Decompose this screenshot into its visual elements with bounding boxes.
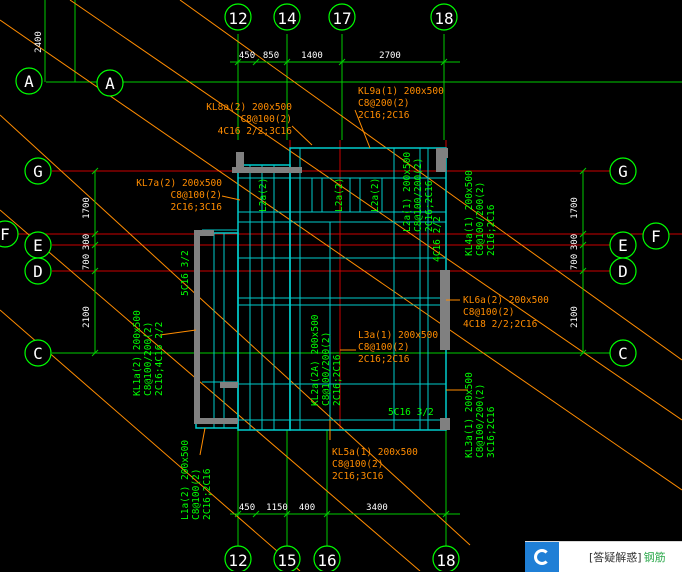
kl6a-label-line2: C8@100(2) bbox=[463, 307, 514, 318]
column-8 bbox=[440, 270, 450, 350]
kl5a-label-line3: 2C16;3C16 bbox=[332, 471, 384, 482]
kl8a-label-line2: C8@100(2) bbox=[241, 114, 292, 125]
l3a-label-line2: C8@100(2) bbox=[358, 342, 409, 353]
qa-badge[interactable]: [答疑解惑] 钢筋 bbox=[525, 541, 682, 572]
kl1a-label-line1: KL1a(2) 200x500 bbox=[132, 310, 143, 396]
axis-left-d: D bbox=[33, 262, 43, 281]
dim-left-2: 1700 bbox=[82, 197, 92, 219]
kl3a-label-line1: KL3a(1) 200x500 bbox=[464, 372, 475, 458]
column-2 bbox=[232, 167, 302, 173]
axis-top-18: 18 bbox=[434, 9, 453, 28]
dim-bottom-3: 400 bbox=[299, 503, 315, 513]
leader-line-9 bbox=[159, 329, 197, 336]
cad-drawing-canvas[interactable]: 450 850 1400 2700 450 1150 400 3400 2400… bbox=[0, 0, 682, 571]
kl9a-label-line3: 2C16;2C16 bbox=[358, 110, 410, 121]
kl8a-label-line3: 4C16 2/2;3C16 bbox=[218, 126, 293, 137]
dimension-texts: 450 850 1400 2700 450 1150 400 3400 2400… bbox=[34, 31, 580, 513]
kl3a-label-line3: 3C16;2C16 bbox=[486, 406, 497, 458]
dim-left-5: 2100 bbox=[82, 306, 92, 328]
dim-bottom-1: 450 bbox=[239, 503, 255, 513]
diagonal-line-6 bbox=[179, 0, 682, 361]
dim-right-4: 2100 bbox=[570, 306, 580, 328]
qa-badge-text: [答疑解惑] 钢筋 bbox=[589, 549, 666, 565]
dim-right-2: 300 bbox=[570, 234, 580, 250]
axis-bubbles bbox=[0, 3, 670, 571]
axis-bottom-18: 18 bbox=[436, 551, 455, 570]
l2a-right-label-line2: C8@100/200(2) bbox=[413, 158, 424, 232]
dim-left-3: 300 bbox=[82, 234, 92, 250]
kl1a-label-line2: C8@100/200(2) bbox=[143, 322, 154, 396]
kl7a-label-line3: 2C16;3C16 bbox=[171, 202, 223, 213]
axis-right-g: G bbox=[618, 162, 628, 181]
axis-left-f: F bbox=[0, 225, 10, 244]
qa-badge-label: [答疑解惑] bbox=[589, 551, 642, 564]
column-6 bbox=[194, 230, 200, 424]
l1a-label-line2: C8@100(2) bbox=[191, 469, 202, 520]
l1a-label-line1: L1a(2) 200x500 bbox=[180, 440, 191, 520]
column-9 bbox=[440, 418, 450, 430]
beam-outline-far-left bbox=[195, 232, 239, 429]
axis-left-g: G bbox=[33, 162, 43, 181]
bottom-rebar-label: 5C16 3/2 bbox=[388, 407, 434, 418]
axis-bottom-15: 15 bbox=[277, 551, 296, 570]
kl5a-label-line1: KL5a(1) 200x500 bbox=[332, 447, 418, 458]
l2a-small-label-2: L2a(2) bbox=[334, 178, 345, 212]
axis-left-c: C bbox=[33, 344, 43, 363]
axis-bottom-16: 16 bbox=[317, 551, 336, 570]
kl1a-label-line3: 2C16;4C16 2/2 bbox=[154, 322, 165, 396]
l2a-small-label-3: L2a(2) bbox=[370, 178, 381, 212]
right-rebar-label: 4C16 2/2 bbox=[432, 216, 443, 262]
dim-left-4: 700 bbox=[82, 254, 92, 270]
leader-line-1 bbox=[291, 125, 313, 146]
column-7 bbox=[194, 418, 238, 424]
axis-left-a1: A bbox=[24, 72, 34, 91]
axis-right-e: E bbox=[618, 236, 628, 255]
kl6a-label-line1: KL6a(2) 200x500 bbox=[463, 295, 549, 306]
dim-right-3: 700 bbox=[570, 254, 580, 270]
dim-top-3: 1400 bbox=[301, 51, 323, 61]
kl6a-label-line3: 4C18 2/2;2C16 bbox=[463, 319, 538, 330]
kl2a-label-line3: 2C16;2C16 bbox=[332, 354, 343, 406]
l2a-right-label-line1: L2a(1) 200x500 bbox=[402, 152, 413, 232]
qa-badge-accent: 钢筋 bbox=[643, 551, 666, 564]
leader-line-7 bbox=[199, 427, 206, 456]
axis-right-d: D bbox=[618, 262, 628, 281]
kl2a-label-line2: C8@100/200(2) bbox=[321, 332, 332, 406]
g-logo-icon bbox=[525, 542, 559, 572]
kl2a-label-line1: KL2a(2A) 200x500 bbox=[310, 314, 321, 406]
axis-left-a2: A bbox=[105, 74, 115, 93]
axis-left-e: E bbox=[33, 236, 43, 255]
column-10 bbox=[220, 382, 238, 388]
kl3a-label-line2: C8@100/200(2) bbox=[475, 384, 486, 458]
kl7a-label-line2: C8@100(2) bbox=[171, 190, 222, 201]
kl4a-label-line2: C8@100/200(2) bbox=[475, 182, 486, 256]
dim-top-2: 850 bbox=[263, 51, 279, 61]
axis-bottom-12: 12 bbox=[228, 551, 247, 570]
left-rebar-label: 5C16 3/2 bbox=[180, 250, 191, 296]
g-logo-glyph bbox=[534, 549, 550, 565]
axis-top-17: 17 bbox=[332, 9, 351, 28]
dim-right-1: 1700 bbox=[570, 197, 580, 219]
kl5a-label-line2: C8@100(2) bbox=[332, 459, 383, 470]
kl4a-label-line1: KL4a(1) 200x500 bbox=[464, 170, 475, 256]
dim-left-1: 2400 bbox=[34, 31, 44, 53]
axis-top-12: 12 bbox=[228, 9, 247, 28]
kl4a-label-line3: 2C16;2C16 bbox=[486, 204, 497, 256]
l3a-label-line1: L3a(1) 200x500 bbox=[358, 330, 438, 341]
kl9a-label-line1: KL9a(1) 200x500 bbox=[358, 86, 444, 97]
dim-top-4: 2700 bbox=[379, 51, 401, 61]
axis-top-14: 14 bbox=[277, 9, 296, 28]
kl8a-label-line1: KL8a(2) 200x500 bbox=[206, 102, 292, 113]
dim-bottom-2: 1150 bbox=[266, 503, 288, 513]
l1a-label-line3: 2C16;2C16 bbox=[202, 468, 213, 520]
kl7a-label-line1: KL7a(2) 200x500 bbox=[136, 178, 222, 189]
kl9a-label-line2: C8@200(2) bbox=[358, 98, 409, 109]
column-4 bbox=[442, 148, 448, 158]
l3a-label-line3: 2C16;2C16 bbox=[358, 354, 410, 365]
axis-right-f: F bbox=[651, 227, 661, 246]
l2a-small-label-1: L2a(2) bbox=[258, 178, 269, 212]
dim-bottom-4: 3400 bbox=[366, 503, 388, 513]
axis-right-c: C bbox=[618, 344, 628, 363]
dim-top-1: 450 bbox=[239, 51, 255, 61]
